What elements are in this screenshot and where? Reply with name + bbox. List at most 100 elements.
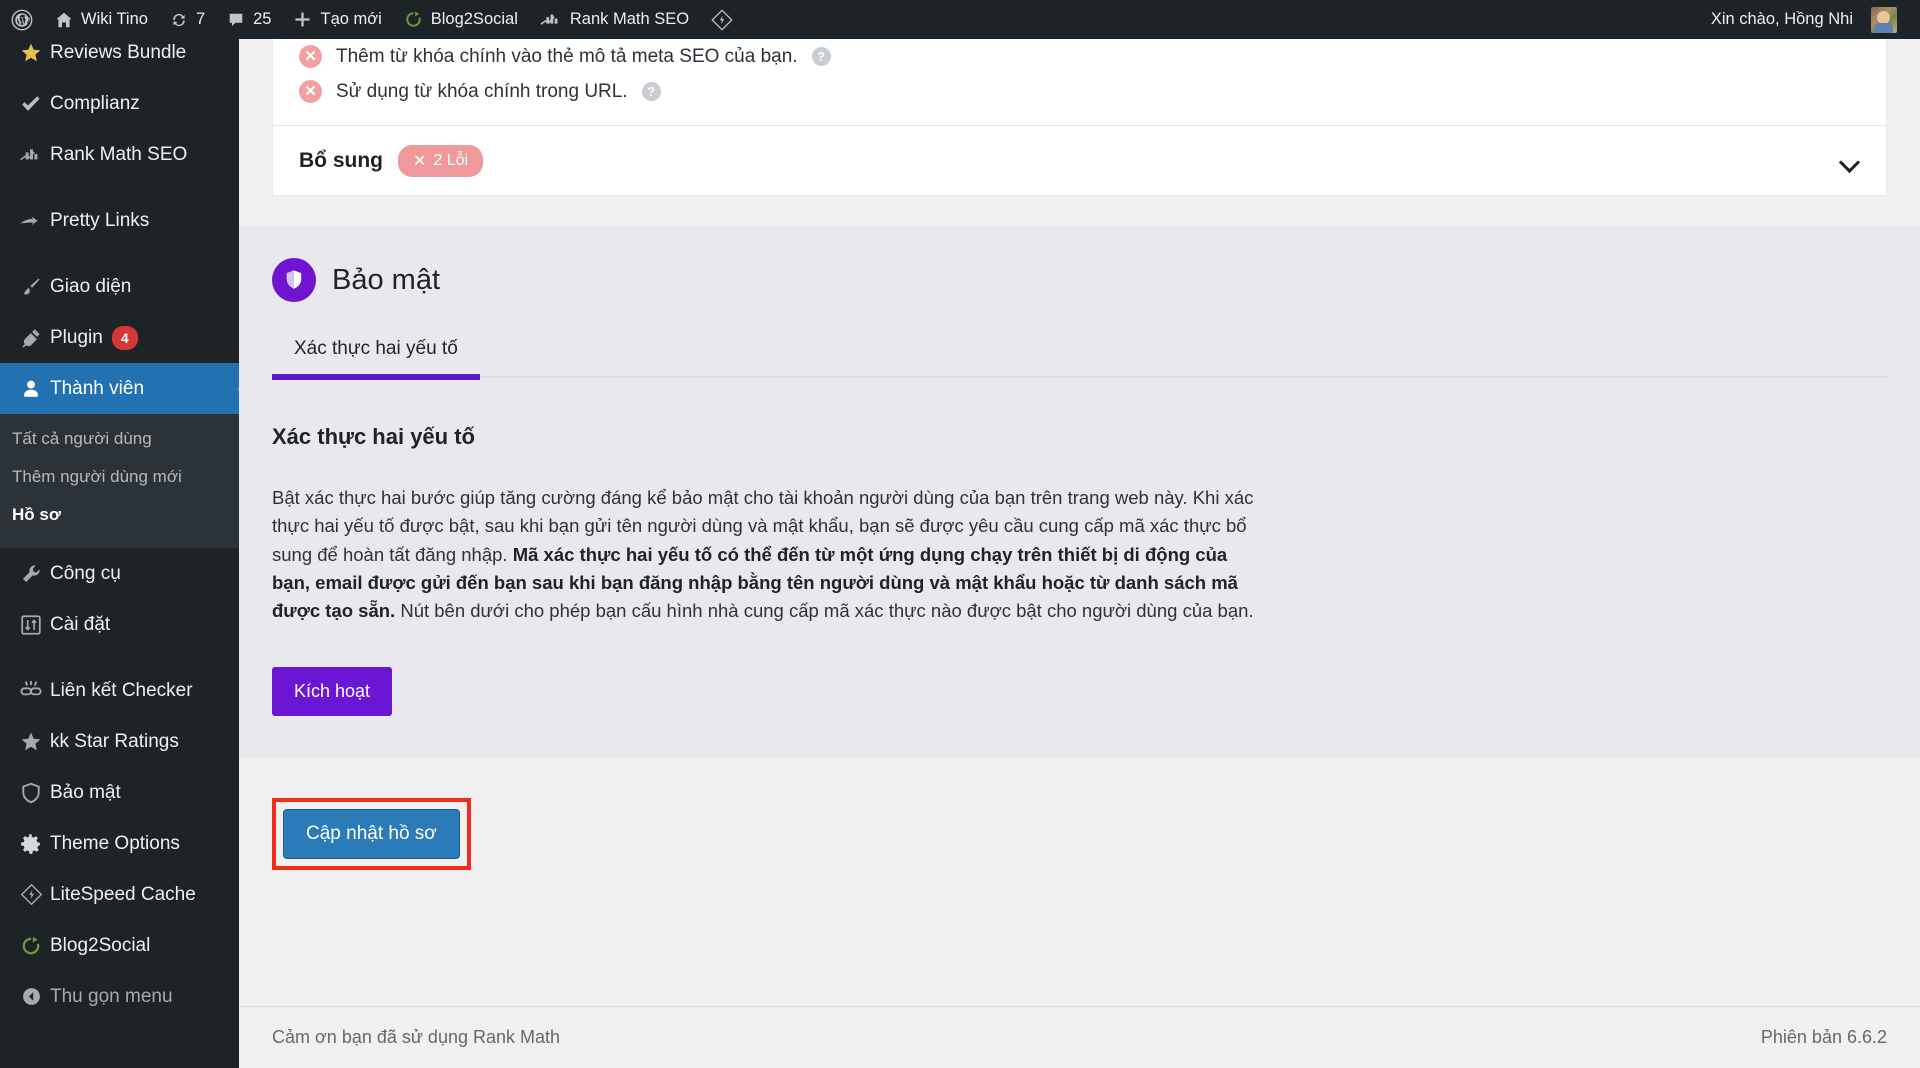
sidebar-item-label: Rank Math SEO [50,143,188,165]
blog2social-icon [404,10,423,29]
admin-bar-greeting: Xin chào, Hồng Nhi [1710,10,1853,29]
admin-bar-comments[interactable]: 25 [216,0,282,39]
sidebar-item-label: kk Star Ratings [50,730,179,752]
sidebar-item-label: Cài đặt [50,613,111,635]
check-icon [12,93,50,115]
sidebar-collapse-menu-button[interactable]: Thu gọn menu [0,971,239,1022]
sidebar-item-link-checker[interactable]: Liên kết Checker [0,665,239,716]
sidebar-subitem-profile[interactable]: Hồ sơ [0,496,239,534]
admin-bar-new-content[interactable]: Tạo mới [282,0,392,39]
collapse-arrow-icon [12,986,50,1007]
admin-sidebar-menu: Reviews Bundle Complianz Rank Math SEO P… [0,0,239,1068]
star-icon [12,731,50,753]
admin-bar-site-name-label: Wiki Tino [81,10,148,29]
sidebar-item-label: Pretty Links [50,209,150,231]
sidebar-item-label: Giao diện [50,275,132,297]
help-icon[interactable]: ? [811,47,831,66]
sidebar-item-label: LiteSpeed Cache [50,883,196,905]
settings-sliders-icon [12,614,50,636]
sidebar-item-plugins[interactable]: Plugin 4 [0,312,239,363]
seo-check-row: ✕ Thêm từ khóa chính vào thẻ mô tả meta … [273,39,1886,74]
admin-bar-wordpress-logo[interactable] [0,0,44,39]
sidebar-item-settings[interactable]: Cài đặt [0,599,239,650]
sidebar-item-label: Bảo mật [50,781,121,803]
seo-check-text: Thêm từ khóa chính vào thẻ mô tả meta SE… [336,45,798,67]
chevron-down-icon[interactable] [1840,155,1860,167]
activate-button[interactable]: Kích hoạt [272,667,393,717]
wordpress-logo-icon [11,9,33,31]
admin-bar-rank-math-label: Rank Math SEO [569,10,690,29]
seo-check-text: Sử dụng từ khóa chính trong URL. [336,80,628,102]
sidebar-item-label: Liên kết Checker [50,679,193,701]
sidebar-item-users[interactable]: Thành viên [0,363,239,414]
shield-icon [12,782,50,804]
user-icon [12,378,50,400]
sidebar-subitem-add-new-user[interactable]: Thêm người dùng mới [0,458,239,496]
avatar [1871,6,1897,33]
seo-additional-section-header[interactable]: Bổ sung ✕ 2 Lỗi [273,126,1886,195]
error-x-icon: ✕ [299,80,322,103]
sidebar-item-blog2social[interactable]: Blog2Social [0,920,239,971]
help-icon[interactable]: ? [641,82,661,101]
rank-math-icon [540,11,562,29]
litespeed-icon [12,883,50,906]
submit-row: Cập nhật hồ sơ [239,758,1920,871]
sidebar-item-litespeed-cache[interactable]: LiteSpeed Cache [0,869,239,920]
admin-bar-updates-count: 7 [195,10,206,29]
home-icon [55,11,73,29]
security-tabs: Xác thực hai yếu tố [272,338,1887,380]
sidebar-item-security[interactable]: Bảo mật [0,767,239,818]
sidebar-item-label: Plugin [50,326,103,348]
admin-bar-litespeed[interactable] [700,0,744,39]
admin-bar-site-name[interactable]: Wiki Tino [44,0,159,39]
seo-analysis-card: ✕ Thêm từ khóa chính vào thẻ mô tả meta … [272,39,1887,196]
main-content: ✕ Thêm từ khóa chính vào thẻ mô tả meta … [239,39,1920,1068]
status-badge-label: 2 Lỗi [433,151,469,169]
updates-icon [170,11,188,29]
admin-bar: Wiki Tino 7 25 Tạo mới Blog2Social Rank … [0,0,1920,39]
page-title: Bảo mật [332,263,440,296]
admin-bar-account[interactable]: Xin chào, Hồng Nhi [1700,0,1908,39]
sidebar-item-complianz[interactable]: Complianz [0,78,239,129]
broken-link-icon [12,680,50,702]
seo-additional-title: Bổ sung [299,148,383,172]
plug-icon [12,327,50,349]
sidebar-subitem-all-users[interactable]: Tất cả người dùng [0,420,239,458]
update-profile-button[interactable]: Cập nhật hồ sơ [283,809,460,860]
update-profile-highlight: Cập nhật hồ sơ [272,798,471,871]
sidebar-item-kk-star-ratings[interactable]: kk Star Ratings [0,716,239,767]
sidebar-item-label: Reviews Bundle [50,41,187,63]
sidebar-item-tools[interactable]: Công cụ [0,548,239,599]
sidebar-item-label: Theme Options [50,832,180,854]
error-x-icon: ✕ [299,45,322,68]
security-panel-header: Bảo mật [272,258,1887,302]
tab-two-factor-authentication[interactable]: Xác thực hai yếu tố [272,338,480,380]
brush-icon [12,276,50,298]
sidebar-item-appearance[interactable]: Giao diện [0,261,239,312]
shield-icon [272,258,316,302]
litespeed-icon [711,8,733,31]
admin-bar-updates[interactable]: 7 [159,0,216,39]
comment-bubble-icon [227,11,245,29]
link-arrow-icon [12,212,50,230]
admin-bar-rank-math[interactable]: Rank Math SEO [529,0,700,39]
admin-bar-comments-count: 25 [253,10,272,29]
admin-bar-blog2social[interactable]: Blog2Social [393,0,529,39]
sidebar-item-rank-math-seo[interactable]: Rank Math SEO [0,129,239,180]
rank-math-icon [12,145,50,165]
star-icon [12,42,50,64]
admin-bar-left-group: Wiki Tino 7 25 Tạo mới Blog2Social Rank … [0,0,744,39]
admin-bar-blog2social-label: Blog2Social [430,10,518,29]
sidebar-item-label: Công cụ [50,562,121,584]
description-part-2: Nút bên dưới cho phép bạn cấu hình nhà c… [395,600,1254,622]
seo-check-row: ✕ Sử dụng từ khóa chính trong URL. ? [273,74,1886,109]
sidebar-item-theme-options[interactable]: Theme Options [0,818,239,869]
admin-bar-new-content-label: Tạo mới [320,10,382,29]
gear-icon [12,833,50,855]
footer-left-text: Cảm ơn bạn đã sử dụng Rank Math [272,1027,561,1047]
sidebar-item-label: Blog2Social [50,934,151,956]
status-badge: ✕ 2 Lỗi [398,144,484,177]
blog2social-icon [12,935,50,957]
wrench-icon [12,563,50,585]
sidebar-item-pretty-links[interactable]: Pretty Links [0,195,239,246]
